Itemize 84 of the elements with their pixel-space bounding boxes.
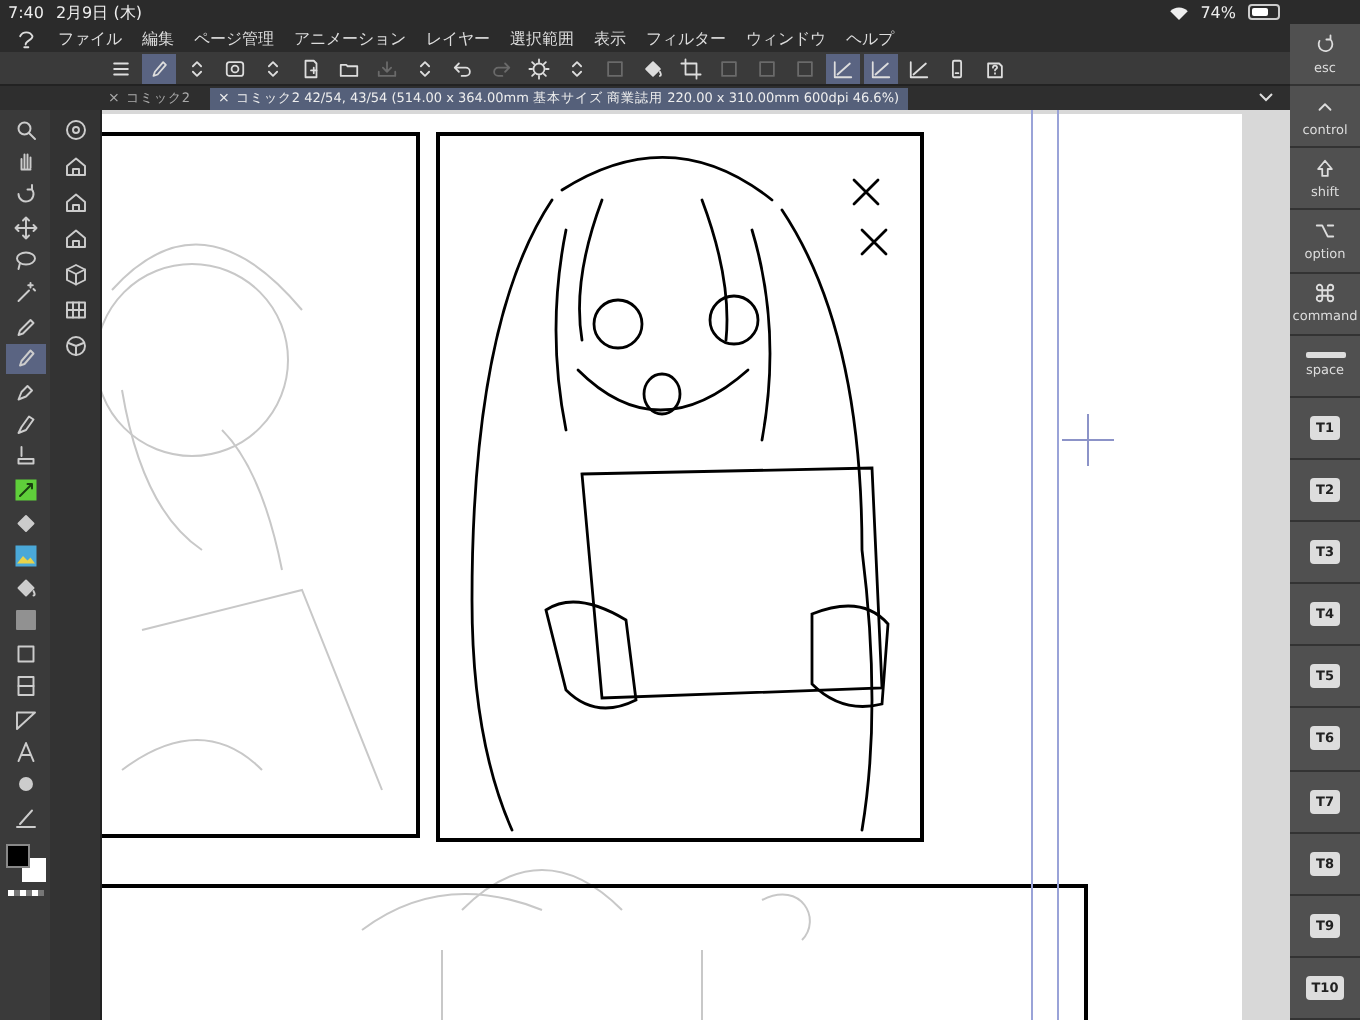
status-date: 2月9日 (木): [55, 1, 142, 23]
menu-item[interactable]: 表示: [594, 27, 626, 49]
help-icon: [984, 57, 1006, 79]
toolbar-button[interactable]: [864, 53, 898, 83]
magic-wand-icon: [13, 280, 37, 305]
toolbar-button[interactable]: [826, 53, 860, 83]
battery-percent: 74%: [1200, 3, 1236, 21]
menu-item[interactable]: アニメーション: [294, 27, 406, 49]
move-arrows-icon: [13, 215, 37, 240]
ruler-icon: [908, 57, 930, 79]
subtool-button[interactable]: [63, 190, 87, 214]
image-icon: [13, 543, 37, 568]
menu-item[interactable]: レイヤー: [426, 27, 490, 49]
menu-item[interactable]: ファイル: [58, 27, 122, 49]
lasso-icon: [13, 248, 37, 273]
gradient-icon: [13, 608, 37, 633]
menu-item[interactable]: 選択範囲: [510, 27, 574, 49]
menu-item[interactable]: ページ管理: [194, 27, 274, 49]
document-icon: [300, 57, 322, 79]
wifi-icon: [1170, 5, 1189, 19]
stamp-icon: [13, 444, 37, 469]
frame-icon: [13, 674, 37, 699]
grid-icon: [63, 298, 87, 322]
phone-icon: [946, 57, 968, 79]
option-key-icon: [1314, 219, 1336, 242]
paint-bucket-icon: [642, 57, 664, 79]
target-icon: [63, 118, 87, 142]
app-logo-icon[interactable]: [16, 27, 38, 49]
arrow-square-icon: [13, 477, 37, 502]
blob-icon: [13, 772, 37, 797]
search-icon: [13, 117, 37, 141]
menu-item[interactable]: フィルター: [646, 27, 726, 49]
battery-icon: [1248, 4, 1280, 20]
subtool-button[interactable]: [63, 226, 87, 250]
building-icon: [63, 154, 87, 178]
redo-icon: [490, 57, 512, 79]
marker-icon: [13, 412, 37, 437]
pen-icon: [148, 57, 170, 79]
ruler-icon: [870, 57, 892, 79]
triangle-ruler-icon: [13, 707, 37, 732]
menu-icon: [110, 57, 132, 79]
menu-item[interactable]: 編集: [142, 27, 174, 49]
ruler-icon: [832, 57, 854, 79]
escape-icon: [1314, 33, 1336, 56]
tool-button[interactable]: [5, 343, 45, 374]
shift-arrow-icon: [1314, 157, 1336, 180]
square-icon: [756, 57, 778, 79]
subtool-button[interactable]: [63, 154, 87, 178]
square-icon: [794, 57, 816, 79]
menu-item[interactable]: ヘルプ: [846, 27, 894, 49]
tray-icon: [376, 57, 398, 79]
subtool-button[interactable]: [63, 298, 87, 322]
paint-bucket-icon: [13, 575, 37, 600]
subtool-button[interactable]: [63, 262, 87, 286]
square-icon: [718, 57, 740, 79]
building-icon: [63, 190, 87, 214]
building-icon: [63, 226, 87, 250]
pen-icon: [13, 346, 37, 371]
gear-icon: [528, 57, 550, 79]
eraser-icon: [13, 510, 37, 535]
up-down-arrows-icon: [566, 57, 588, 79]
subtool-button[interactable]: [63, 118, 87, 142]
square-icon: [604, 57, 626, 79]
up-down-arrows-icon: [262, 57, 284, 79]
transparent-color-swatch[interactable]: [7, 889, 43, 896]
box-icon: [63, 262, 87, 286]
undo-icon: [452, 57, 474, 79]
toolbar-button[interactable]: [142, 53, 176, 83]
crosshair-icon: [1061, 413, 1115, 467]
main-color-swatch[interactable]: [5, 843, 29, 868]
text-tool-icon: [13, 739, 37, 764]
chevron-down-icon[interactable]: [1258, 92, 1274, 104]
rectangle-icon: [13, 641, 37, 666]
menu-item[interactable]: ウィンドウ: [746, 27, 826, 49]
eyedropper-icon: [13, 313, 37, 338]
rotate-icon: [13, 182, 37, 207]
status-time: 7:40: [8, 3, 44, 21]
crop-frame-icon: [680, 57, 702, 79]
up-down-arrows-icon: [414, 57, 436, 79]
up-down-arrows-icon: [186, 57, 208, 79]
pencil-icon: [13, 379, 37, 404]
command-key-icon: [1314, 282, 1336, 305]
line-tool-icon: [13, 805, 37, 830]
toolbar-button[interactable]: [674, 53, 708, 83]
